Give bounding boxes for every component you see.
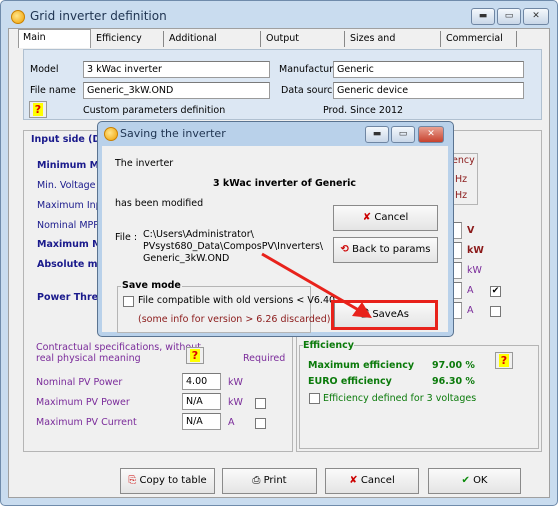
red-arrow-annotation — [261, 252, 372, 318]
